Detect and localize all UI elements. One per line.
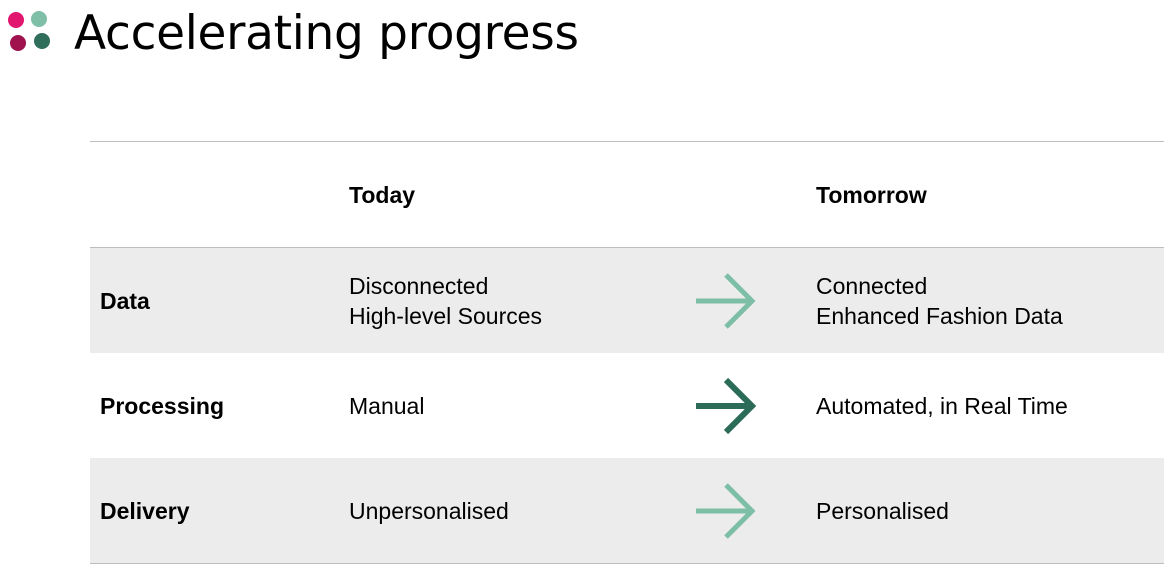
arrow-right-icon — [694, 458, 758, 563]
tomorrow-line-1: Personalised — [816, 497, 949, 524]
today-line-1: Manual — [349, 392, 425, 419]
row-label-delivery: Delivery — [100, 497, 190, 524]
row-label-data: Data — [100, 287, 150, 314]
table-row: Data Disconnected High-level Sources Con… — [90, 248, 1164, 353]
page-title: Accelerating progress — [74, 6, 579, 61]
header-today: Today — [349, 181, 416, 208]
row-label-processing: Processing — [100, 392, 224, 419]
header-tomorrow: Tomorrow — [816, 181, 927, 208]
today-value: Unpersonalised — [349, 458, 509, 563]
tomorrow-value: Connected Enhanced Fashion Data — [816, 248, 1063, 353]
arrow-right-icon — [694, 353, 758, 458]
today-line-2: High-level Sources — [349, 302, 543, 329]
tomorrow-value: Automated, in Real Time — [816, 353, 1068, 458]
tomorrow-line-1: Automated, in Real Time — [816, 392, 1068, 419]
slide: Accelerating progress Today Tomorrow Dat… — [0, 0, 1174, 575]
comparison-table: Today Tomorrow Data Disconnected High-le… — [90, 141, 1164, 564]
today-value: Manual — [349, 353, 424, 458]
tomorrow-value: Personalised — [816, 458, 949, 563]
table-header-row: Today Tomorrow — [90, 142, 1164, 248]
table-row: Processing Manual Automated, in Real Tim… — [90, 353, 1164, 458]
today-value: Disconnected High-level Sources — [349, 248, 542, 353]
table-row: Delivery Unpersonalised Personalised — [90, 458, 1164, 564]
brand-logo-dots — [8, 11, 50, 51]
arrow-right-icon — [694, 248, 758, 353]
today-line-1: Disconnected — [349, 272, 489, 299]
today-line-1: Unpersonalised — [349, 497, 509, 524]
tomorrow-line-2: Enhanced Fashion Data — [816, 302, 1063, 329]
tomorrow-line-1: Connected — [816, 272, 928, 299]
